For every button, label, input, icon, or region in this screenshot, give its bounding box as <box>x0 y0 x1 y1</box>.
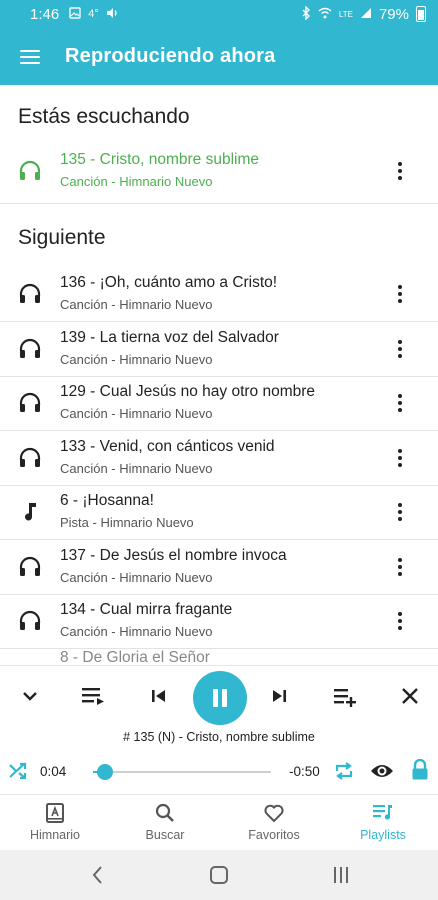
nav-label: Playlists <box>360 828 406 842</box>
progress-track[interactable] <box>93 771 271 773</box>
nav-item-playlists[interactable]: Playlists <box>328 795 438 851</box>
headphones-icon <box>18 391 42 415</box>
headphones-icon <box>18 555 42 579</box>
battery-percent: 79% <box>378 5 409 23</box>
list-item[interactable]: 8 - De Gloria el Señor <box>0 649 438 665</box>
track-subtitle: Canción - Himnario Nuevo <box>60 174 213 189</box>
mini-player: # 135 (N) - Cristo, nombre sublime 0:04 … <box>0 665 438 794</box>
page-title: Reproduciendo ahora <box>65 45 276 67</box>
volume-icon <box>106 7 120 22</box>
track-title: 133 - Venid, con cánticos venid <box>60 438 275 455</box>
eye-icon[interactable] <box>370 761 394 781</box>
queue-icon[interactable] <box>80 684 108 708</box>
playlist-add-icon[interactable] <box>332 684 358 708</box>
more-options-icon[interactable] <box>388 500 412 526</box>
timeline: 0:04 -0:50 <box>0 756 438 786</box>
close-icon[interactable] <box>400 686 420 706</box>
playlist-icon <box>371 801 395 825</box>
track-title: 139 - La tierna voz del Salvador <box>60 329 279 346</box>
list-item[interactable]: 137 - De Jesús el nombre invoca Canción … <box>0 541 438 595</box>
headphones-icon <box>18 159 42 183</box>
more-options-icon[interactable] <box>388 446 412 472</box>
track-subtitle: Canción - Himnario Nuevo <box>60 570 213 585</box>
back-icon[interactable] <box>85 862 111 888</box>
status-bar: 1:46 4° LTE 79% <box>0 0 438 28</box>
track-subtitle: Canción - Himnario Nuevo <box>60 461 213 476</box>
list-item[interactable]: 136 - ¡Oh, cuánto amo a Cristo! Canción … <box>0 268 438 322</box>
list-item[interactable]: 133 - Venid, con cánticos venid Canción … <box>0 432 438 486</box>
more-options-icon[interactable] <box>388 555 412 581</box>
progress-thumb[interactable] <box>97 764 114 780</box>
search-icon <box>153 801 177 825</box>
more-options-icon[interactable] <box>388 609 412 635</box>
shuffle-icon[interactable] <box>8 761 30 781</box>
repeat-icon[interactable] <box>333 761 355 781</box>
elapsed-time: 0:04 <box>40 764 67 779</box>
signal-icon <box>360 7 372 22</box>
app-bar: Reproduciendo ahora <box>0 28 438 85</box>
list-item[interactable]: 139 - La tierna voz del Salvador Canción… <box>0 323 438 377</box>
track-subtitle: Canción - Himnario Nuevo <box>60 624 213 639</box>
bluetooth-icon <box>301 4 311 23</box>
photo-icon <box>69 6 81 22</box>
lte-label: LTE <box>338 9 353 19</box>
list-item[interactable]: 134 - Cual mirra fragante Canción - Himn… <box>0 595 438 649</box>
status-right: LTE 79% <box>301 4 426 23</box>
battery-icon <box>416 6 426 22</box>
home-icon[interactable] <box>206 862 232 888</box>
now-playing-heading: Estás escuchando <box>18 105 190 128</box>
bottom-navigation: Himnario Buscar Favoritos Playlists <box>0 794 438 850</box>
more-options-icon[interactable] <box>388 282 412 308</box>
book-icon <box>43 801 67 825</box>
nav-item-himnario[interactable]: Himnario <box>0 795 110 851</box>
more-options-icon[interactable] <box>388 391 412 417</box>
skip-previous-icon[interactable] <box>148 686 170 706</box>
nav-label: Buscar <box>145 828 185 842</box>
more-options-icon[interactable] <box>388 337 412 363</box>
menu-icon[interactable] <box>20 49 42 65</box>
track-title: 137 - De Jesús el nombre invoca <box>60 547 287 564</box>
nav-label: Himnario <box>29 828 80 842</box>
track-subtitle: Canción - Himnario Nuevo <box>60 297 213 312</box>
track-title: 135 - Cristo, nombre sublime <box>60 151 259 168</box>
system-navigation-bar <box>0 850 438 900</box>
headphones-icon <box>18 609 42 633</box>
nav-item-buscar[interactable]: Buscar <box>110 795 220 851</box>
headphones-icon <box>18 282 42 306</box>
pause-button[interactable] <box>193 671 247 725</box>
list-item-current[interactable]: 135 - Cristo, nombre sublime Canción - H… <box>0 145 438 204</box>
headphones-icon <box>18 337 42 361</box>
status-time: 1:46 <box>30 5 60 23</box>
skip-next-icon[interactable] <box>268 686 290 706</box>
app-screen: 1:46 4° LTE 79% Reproduciendo ahora Está… <box>0 0 438 900</box>
track-subtitle: Canción - Himnario Nuevo <box>60 406 213 421</box>
remaining-time: -0:50 <box>289 764 320 779</box>
track-title: 136 - ¡Oh, cuánto amo a Cristo! <box>60 274 278 291</box>
nav-label: Favoritos <box>248 828 300 842</box>
wifi-icon <box>318 7 332 22</box>
nav-item-favoritos[interactable]: Favoritos <box>219 795 329 851</box>
track-title: 8 - De Gloria el Señor <box>60 649 210 665</box>
recent-apps-icon[interactable] <box>328 862 354 888</box>
music-note-icon <box>18 500 42 524</box>
track-subtitle: Pista - Himnario Nuevo <box>60 515 194 530</box>
track-title: 129 - Cual Jesús no hay otro nombre <box>60 383 316 400</box>
track-title: 6 - ¡Hosanna! <box>60 492 154 509</box>
list-item[interactable]: 129 - Cual Jesús no hay otro nombre Canc… <box>0 377 438 431</box>
temperature-icon: 4° <box>88 8 99 20</box>
collapse-icon[interactable] <box>20 686 40 706</box>
lock-icon[interactable] <box>410 758 430 781</box>
queue-list[interactable]: Estás escuchando 135 - Cristo, nombre su… <box>0 85 438 665</box>
track-subtitle: Canción - Himnario Nuevo <box>60 352 213 367</box>
now-playing-line: # 135 (N) - Cristo, nombre sublime <box>123 730 315 744</box>
list-item[interactable]: 6 - ¡Hosanna! Pista - Himnario Nuevo <box>0 486 438 540</box>
more-options-icon[interactable] <box>388 159 412 185</box>
track-title: 134 - Cual mirra fragante <box>60 601 233 618</box>
up-next-heading: Siguiente <box>18 226 106 249</box>
headphones-icon <box>18 446 42 470</box>
heart-icon <box>262 801 286 825</box>
